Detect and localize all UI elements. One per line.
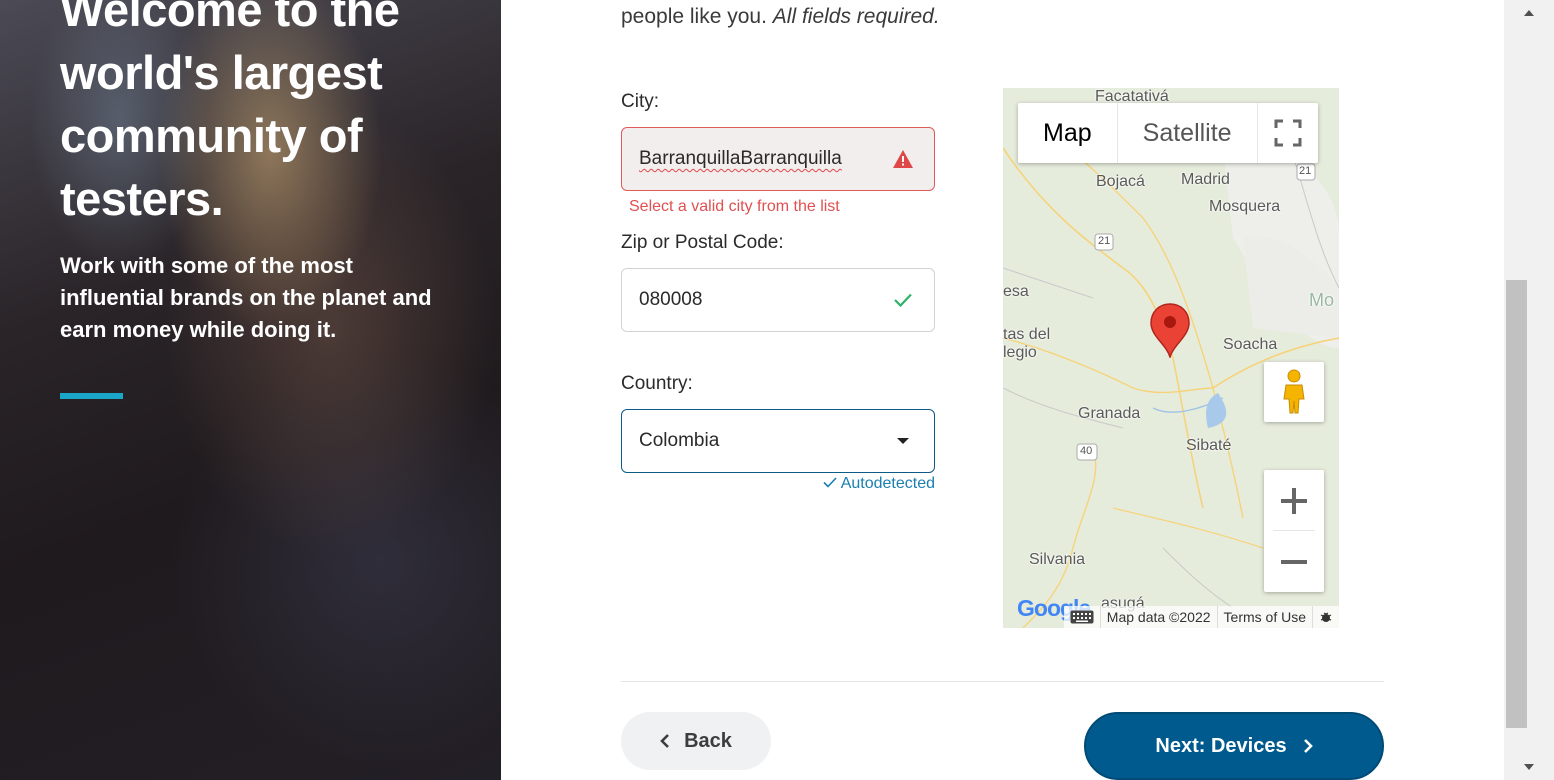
back-button[interactable]: Back (621, 712, 771, 770)
warning-triangle-icon (892, 148, 914, 170)
hero-subtitle: Work with some of the most influential b… (60, 253, 432, 342)
hero-panel: Welcome to the world's largest community… (0, 0, 501, 780)
small-check-icon (823, 475, 837, 493)
check-icon (892, 289, 914, 311)
city-error-message: Select a valid city from the list (629, 198, 840, 215)
signup-form: people like you. All fields required. Ci… (501, 0, 1504, 780)
scroll-down-arrow-icon[interactable] (1504, 754, 1554, 780)
map-footer: Map data ©2022 Terms of Use (1003, 606, 1339, 628)
zip-input-value: 080008 (639, 289, 703, 310)
chevron-right-icon (1303, 738, 1313, 754)
zoom-divider (1273, 530, 1315, 531)
map-place-label: Granada (1078, 405, 1141, 422)
intro-required-note: All fields required. (772, 5, 940, 28)
accent-bar (60, 393, 123, 399)
street-view-pegman-icon[interactable] (1264, 362, 1324, 422)
route-number: 21 (1299, 165, 1312, 177)
map-place-label: Madrid (1181, 171, 1230, 188)
map-type-control: Map Satellite (1018, 103, 1318, 163)
zoom-control (1264, 470, 1324, 592)
city-input[interactable]: BarranquillaBarranquilla (621, 127, 935, 191)
next-button-label: Next: Devices (1155, 734, 1287, 757)
form-divider (621, 681, 1384, 682)
keyboard-icon[interactable] (1063, 606, 1100, 628)
caret-down-icon (892, 430, 914, 452)
city-label: City: (621, 91, 659, 112)
tab-map[interactable]: Map (1018, 103, 1118, 163)
autodetected-label: Autodetected (840, 475, 935, 492)
hero-title: Welcome to the world's largest community… (60, 0, 400, 225)
location-map[interactable]: Facatativá Bojacá Madrid Mosquera Mo esa… (1003, 88, 1339, 628)
country-select-value: Colombia (639, 430, 720, 451)
zoom-in-icon[interactable] (1264, 470, 1324, 531)
map-place-label: legio (1003, 344, 1037, 361)
map-place-label: Sibaté (1186, 437, 1232, 454)
map-pin-icon (1150, 302, 1190, 363)
map-place-label: Bojacá (1096, 173, 1145, 190)
tab-satellite[interactable]: Satellite (1118, 103, 1258, 163)
route-number: 21 (1098, 235, 1111, 247)
terms-of-use-link[interactable]: Terms of Use (1216, 606, 1312, 628)
scroll-up-arrow-icon[interactable] (1504, 0, 1554, 26)
route-number: 40 (1080, 445, 1093, 457)
back-button-label: Back (684, 729, 732, 752)
zoom-out-icon[interactable] (1264, 531, 1324, 592)
map-place-label: esa (1003, 283, 1029, 300)
country-label: Country: (621, 373, 693, 394)
map-place-label: Soacha (1223, 336, 1278, 353)
report-error-icon[interactable] (1312, 606, 1339, 628)
intro-text: people like you. All fields required. (621, 5, 940, 29)
city-input-value: BarranquillaBarranquilla (639, 148, 842, 169)
zip-input[interactable]: 080008 (621, 268, 935, 332)
scrollbar-thumb[interactable] (1506, 280, 1527, 728)
map-data-attribution: Map data ©2022 (1099, 606, 1217, 628)
autodetected-note: Autodetected (807, 475, 935, 493)
chevron-left-icon (660, 733, 670, 749)
map-place-label: Mo (1309, 290, 1335, 310)
country-select[interactable]: Colombia (621, 409, 935, 473)
intro-text-plain: people like you. (621, 5, 773, 28)
page-scrollbar[interactable] (1504, 0, 1554, 780)
map-place-label: Mosquera (1209, 198, 1281, 215)
fullscreen-icon[interactable] (1258, 103, 1318, 163)
map-place-label: Silvania (1029, 551, 1086, 568)
zip-label: Zip or Postal Code: (621, 232, 784, 253)
map-place-label: tas del (1003, 326, 1051, 343)
next-devices-button[interactable]: Next: Devices (1084, 712, 1384, 780)
